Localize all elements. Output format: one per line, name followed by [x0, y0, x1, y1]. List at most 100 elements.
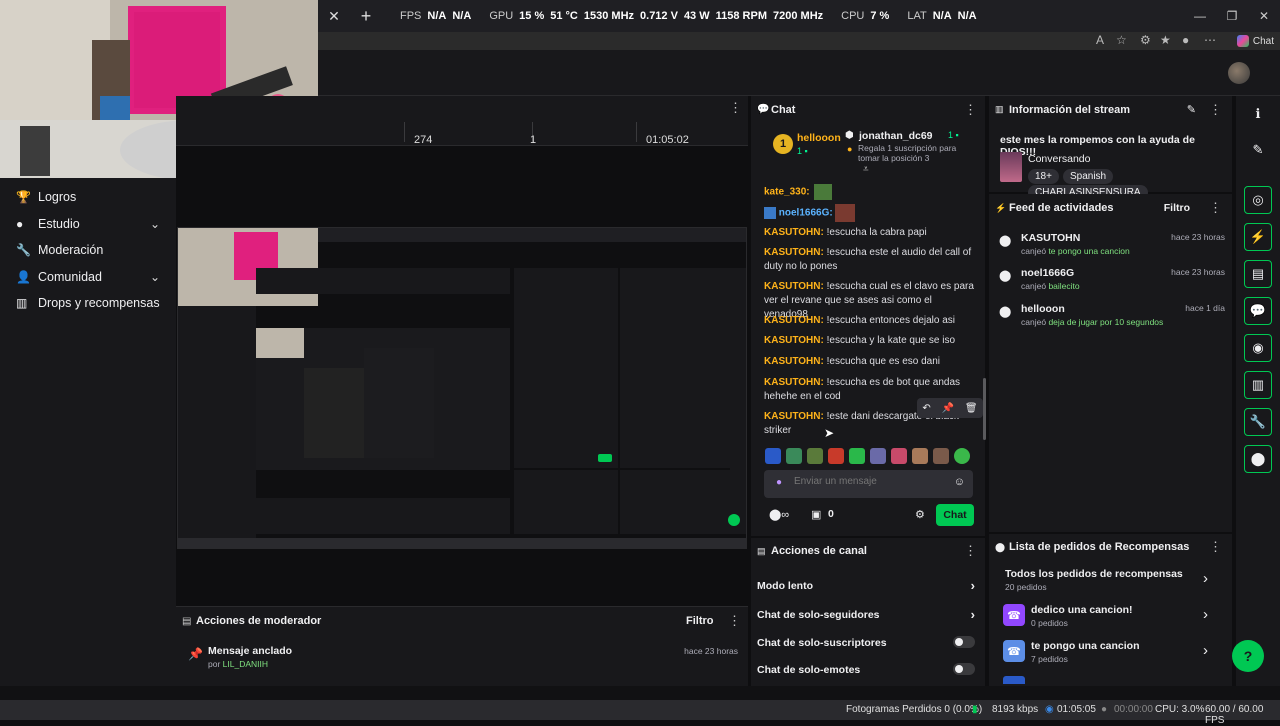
delete-icon[interactable]: 🗑: [965, 403, 978, 414]
channel-points-icon[interactable]: ⬤: [1244, 445, 1272, 473]
emote-only-toggle[interactable]: [953, 663, 975, 675]
pin-icon[interactable]: 📌: [942, 403, 954, 414]
layout-icon[interactable]: ▥: [1244, 371, 1272, 399]
reward-row[interactable]: ☎ dedico una cancion! 0 pedidos ›: [1003, 604, 1218, 628]
emote[interactable]: [828, 448, 844, 464]
chat-username[interactable]: KASUTOHN:: [764, 411, 824, 422]
minimize-icon[interactable]: —: [1184, 0, 1216, 32]
signal-icon: ▮: [972, 704, 978, 715]
stream-category[interactable]: Conversando: [1028, 153, 1090, 165]
chat-settings-icon[interactable]: ⚙: [915, 508, 925, 521]
lightning-icon[interactable]: ⚡: [1244, 223, 1272, 251]
row-label: Chat de solo-emotes: [757, 664, 861, 676]
studio-icon: ●: [16, 216, 24, 231]
chat-more-icon[interactable]: ⋮: [964, 102, 977, 118]
new-tab-icon[interactable]: +: [350, 6, 382, 27]
emote[interactable]: [891, 448, 907, 464]
emote[interactable]: [870, 448, 886, 464]
chat-username[interactable]: KASUTOHN:: [764, 377, 824, 388]
wrench-icon[interactable]: 🔧: [1244, 408, 1272, 436]
sidebar-item-drops[interactable]: ▥ Drops y recompensas: [0, 290, 176, 317]
bottom-strip: [0, 686, 1280, 700]
filter-button[interactable]: Filtro: [686, 615, 714, 627]
emote[interactable]: [933, 448, 949, 464]
reward-row[interactable]: ☎ te pongo una cancion 7 pedidos ›: [1003, 640, 1218, 664]
sidebar-item-estudio[interactable]: ● Estudio ⌄: [0, 211, 176, 238]
emote[interactable]: [912, 448, 928, 464]
sidebar-item-comunidad[interactable]: 👤 Comunidad ⌄: [0, 264, 176, 291]
clip-icon[interactable]: ◎: [1244, 186, 1272, 214]
more-icon[interactable]: ⋯: [1204, 33, 1216, 47]
favorites-bar-icon[interactable]: ★: [1160, 33, 1171, 47]
filter-button[interactable]: Filtro: [1164, 202, 1190, 214]
chat-username[interactable]: noel1666G:: [779, 208, 833, 219]
store-icon[interactable]: ▣: [811, 508, 821, 521]
gpu-readout: GPU 15 % 51 °C 1530 MHz 0.712 V 43 W 115…: [489, 10, 823, 22]
tag[interactable]: Spanish: [1062, 169, 1114, 184]
tag[interactable]: 18+: [1028, 169, 1059, 184]
chat-username[interactable]: kate_330:: [764, 187, 810, 198]
gift-user[interactable]: jonathan_dc69: [859, 130, 933, 142]
mouse-cursor-icon: ➤: [824, 426, 835, 440]
panel-more-icon[interactable]: ⋮: [1209, 102, 1222, 118]
emoji-icon[interactable]: ☺: [954, 476, 965, 488]
chat-message: kate_330:: [764, 184, 833, 200]
followers-only-row[interactable]: Chat de solo-seguidores ›: [757, 607, 979, 622]
emote[interactable]: [807, 448, 823, 464]
emote[interactable]: [786, 448, 802, 464]
live-time: 01:05:05: [1057, 704, 1096, 715]
chat-scrollbar[interactable]: [983, 378, 986, 440]
chat-username[interactable]: KASUTOHN:: [764, 227, 824, 238]
read-aloud-icon[interactable]: A: [1096, 33, 1104, 47]
extensions-icon[interactable]: ⚙: [1140, 33, 1151, 47]
chat-bubble-icon[interactable]: 💬: [1244, 297, 1272, 325]
maximize-icon[interactable]: ❐: [1216, 0, 1248, 32]
chat-input[interactable]: [794, 476, 944, 487]
channel-actions-icon: ▤: [757, 546, 766, 556]
broadcast-icon[interactable]: ◉: [1244, 334, 1272, 362]
channel-points-icon[interactable]: ⬤∞: [769, 508, 789, 521]
chat-username[interactable]: KASUTOHN:: [764, 281, 824, 292]
sidebar-item-logros[interactable]: 🏆 Logros: [0, 184, 176, 211]
emote[interactable]: [765, 448, 781, 464]
send-chat-button[interactable]: Chat: [936, 504, 974, 526]
info-icon[interactable]: ℹ: [1244, 100, 1272, 128]
favorite-icon[interactable]: ☆: [1116, 33, 1127, 47]
reply-icon[interactable]: ↶: [922, 403, 930, 414]
collapse-leaderboard-icon[interactable]: ⩡: [863, 164, 869, 175]
all-rewards-row[interactable]: Todos los pedidos de recompensas 20 pedi…: [1003, 568, 1218, 594]
panel-more-icon[interactable]: ⋮: [1209, 539, 1222, 555]
edit-icon[interactable]: ✎: [1187, 103, 1196, 116]
copilot-button[interactable]: Chat: [1236, 32, 1274, 50]
sidebar-item-moderacion[interactable]: 🔧 Moderación: [0, 237, 176, 264]
avatar[interactable]: [1228, 62, 1250, 84]
leader-name[interactable]: hellooon: [797, 132, 841, 144]
pinned-by-user[interactable]: LIL_DANIIH: [223, 659, 268, 669]
edit-icon[interactable]: ✎: [1244, 136, 1272, 164]
chat-username[interactable]: KASUTOHN:: [764, 335, 824, 346]
chat-icon: 💬: [757, 104, 770, 115]
close-window-icon[interactable]: ✕: [1248, 0, 1280, 32]
sidebar-item-label: Moderación: [38, 243, 104, 258]
close-tab-icon[interactable]: ✕: [318, 8, 350, 25]
panel-more-icon[interactable]: ⋮: [728, 613, 741, 629]
chat-input-field[interactable]: ● ☺: [764, 470, 973, 498]
panel-more-icon[interactable]: ⋮: [964, 543, 977, 559]
emote[interactable]: [849, 448, 865, 464]
microphone-icon[interactable]: ●: [776, 477, 782, 488]
chat-username[interactable]: KASUTOHN:: [764, 315, 824, 326]
emote[interactable]: [954, 448, 970, 464]
chat-username[interactable]: KASUTOHN:: [764, 247, 824, 258]
profile-icon[interactable]: ●: [1182, 33, 1189, 47]
stats-more-icon[interactable]: ⋮: [729, 100, 742, 116]
chevron-down-icon: ⌄: [149, 216, 160, 231]
chat-username[interactable]: KASUTOHN:: [764, 356, 824, 367]
document-icon[interactable]: ▤: [1244, 260, 1272, 288]
category-box-art[interactable]: [1000, 152, 1022, 182]
stream-preview[interactable]: [177, 227, 747, 549]
slow-mode-row[interactable]: Modo lento ›: [757, 578, 979, 593]
chevron-right-icon: ›: [1203, 570, 1208, 587]
help-icon[interactable]: ?: [1232, 640, 1264, 672]
panel-more-icon[interactable]: ⋮: [1209, 200, 1222, 216]
subscribers-only-toggle[interactable]: [953, 636, 975, 648]
